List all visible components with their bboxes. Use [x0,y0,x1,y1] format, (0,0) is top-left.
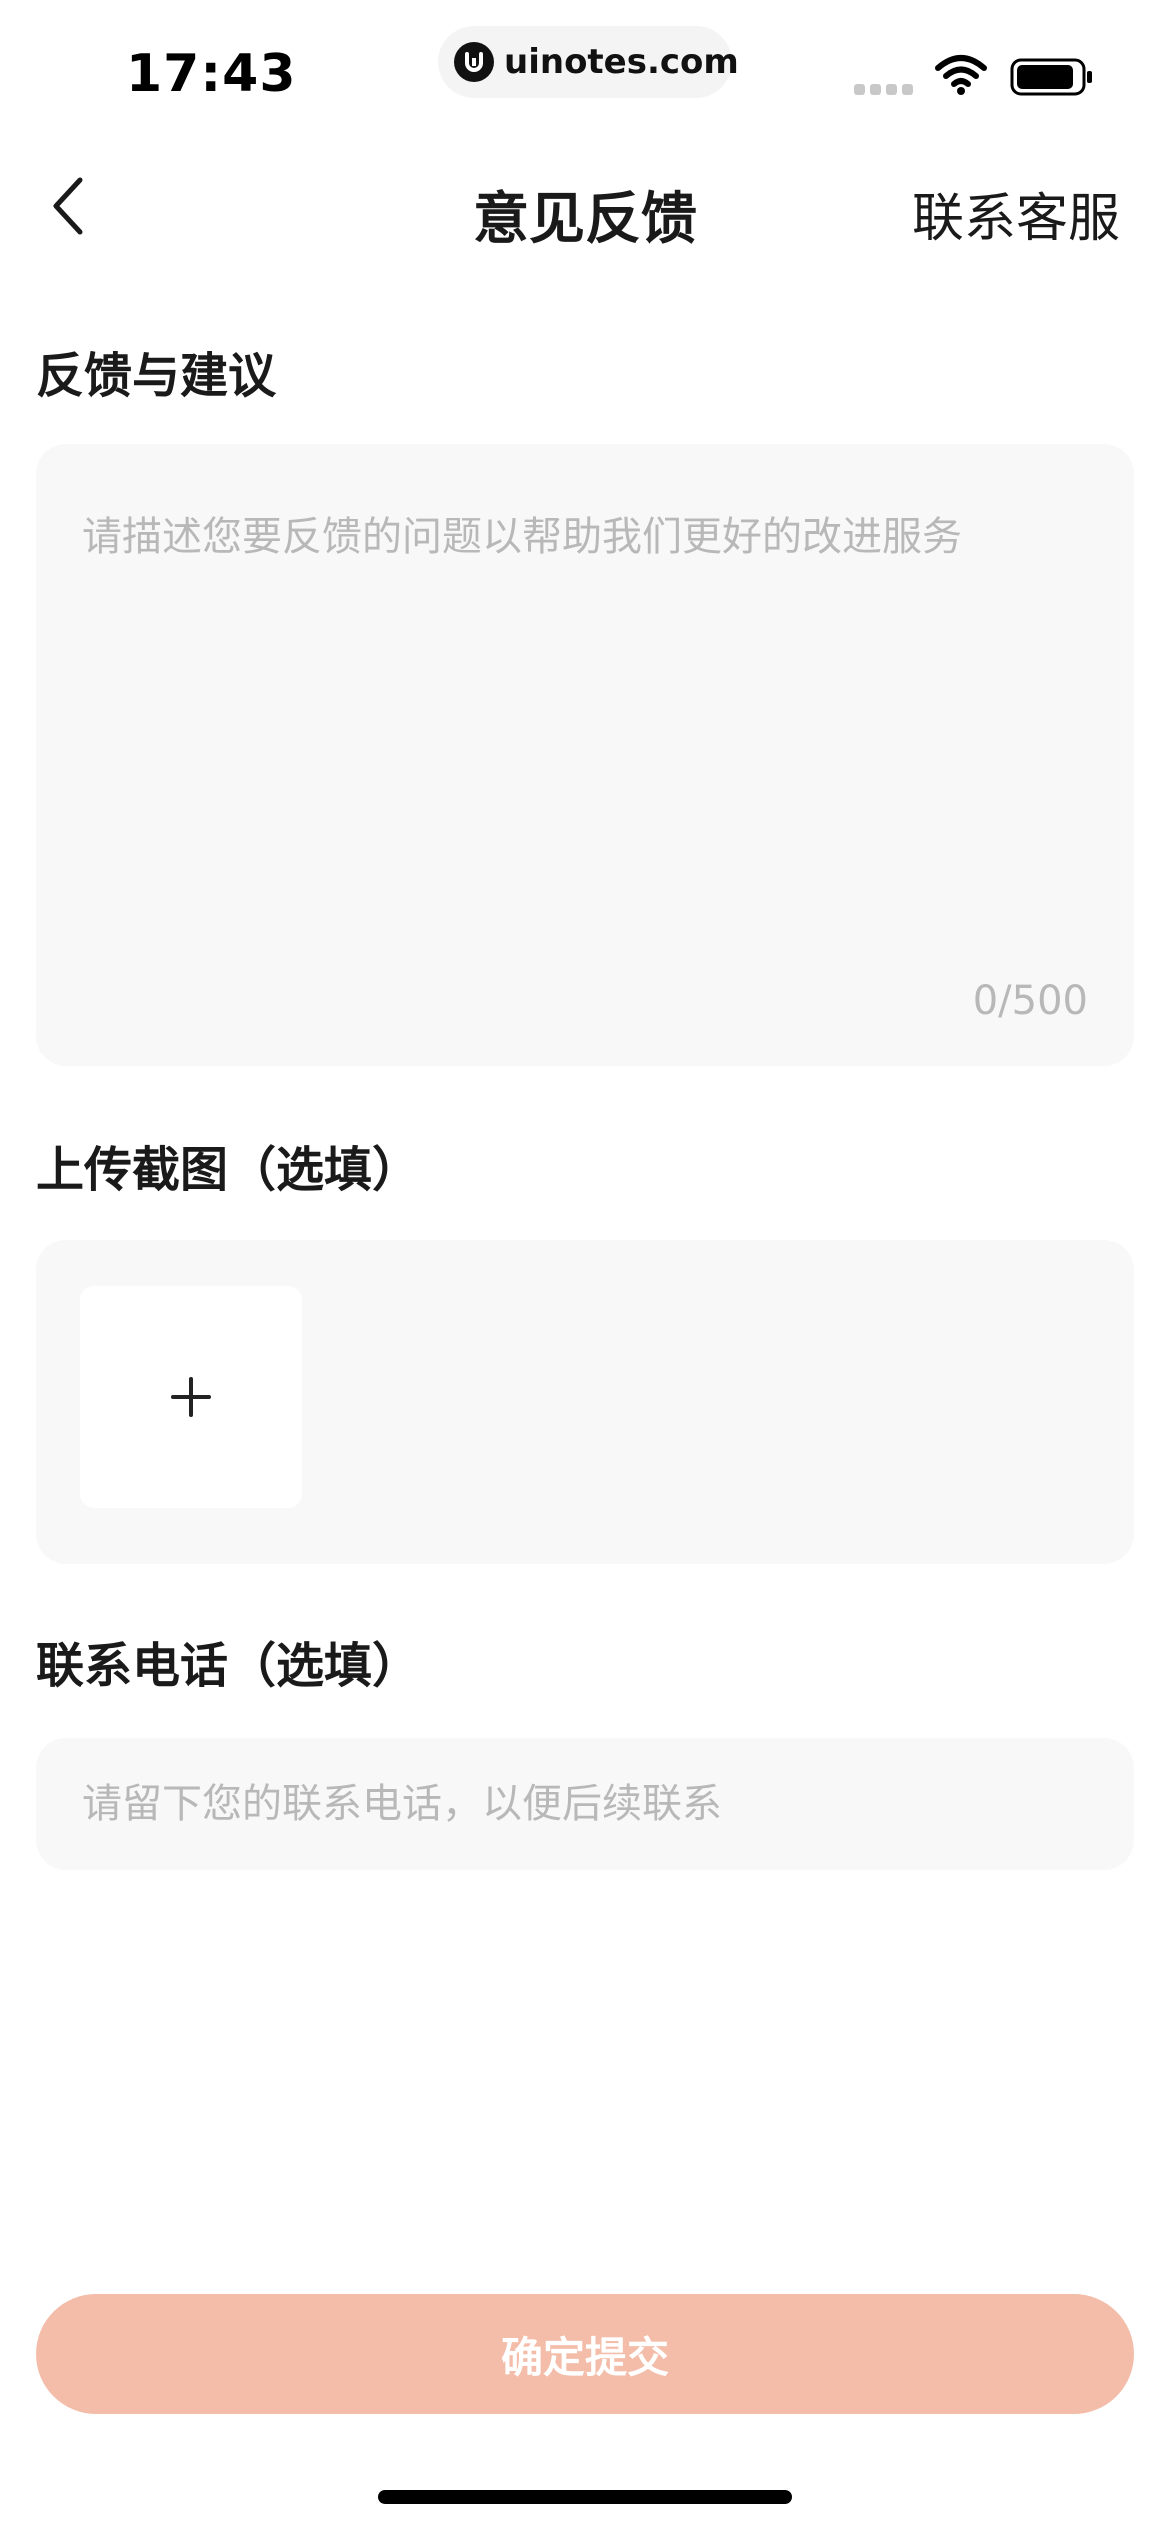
feedback-label: 反馈与建议 [36,348,277,404]
add-screenshot-button[interactable] [80,1286,302,1508]
wifi-icon [935,55,987,95]
battery-icon [1010,58,1092,96]
signal-dots-icon [854,84,918,95]
contact-service-button[interactable]: 联系客服 [912,176,1120,251]
nav-bar: 意见反馈 联系客服 [0,150,1170,260]
phone-label: 联系电话（选填） [36,1638,421,1694]
char-count: 0/500 [972,978,1088,1024]
submit-button[interactable]: 确定提交 [36,2294,1134,2414]
url-pill[interactable]: uinotes.com [438,26,739,98]
phone-input[interactable] [82,1738,1082,1870]
feedback-textarea[interactable] [82,504,1082,904]
status-time: 17:43 [126,44,297,104]
url-text: uinotes.com [504,42,739,82]
home-indicator [378,2490,792,2504]
feedback-box: 0/500 [36,444,1134,1066]
upload-label: 上传截图（选填） [36,1142,421,1198]
site-logo-icon [454,42,494,82]
plus-icon [171,1377,211,1417]
status-bar: 17:43 uinotes.com [0,0,1170,140]
upload-box [36,1240,1134,1564]
phone-box [36,1738,1134,1870]
